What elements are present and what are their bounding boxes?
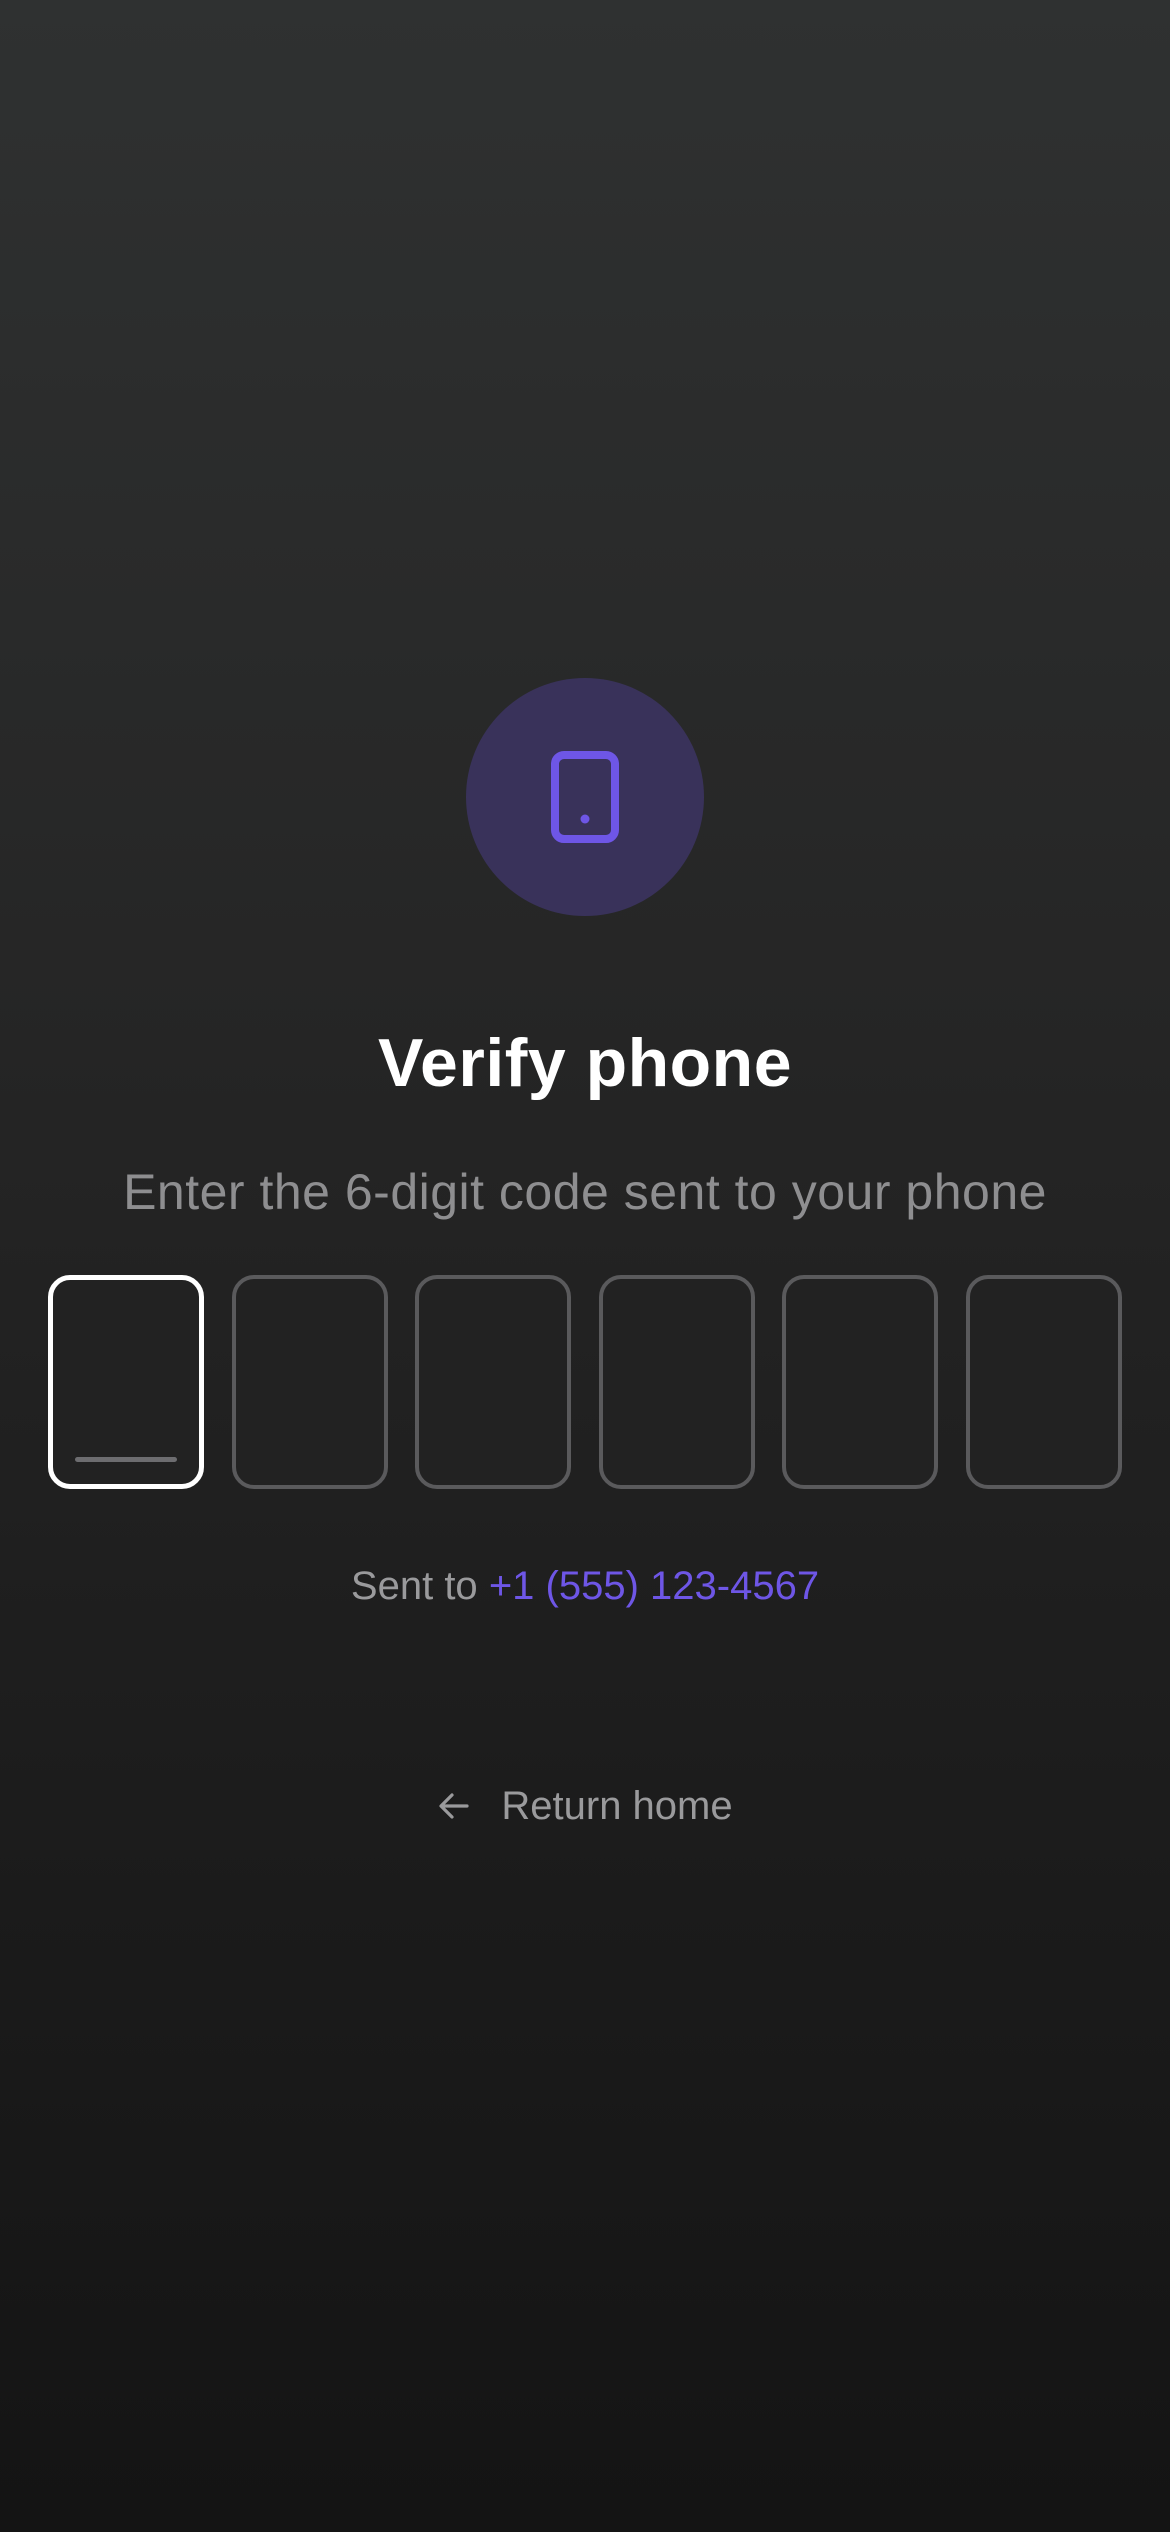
return-home-button[interactable]: Return home (0, 1780, 1170, 1832)
otp-digit-2[interactable] (231, 1275, 388, 1489)
otp-code-input (48, 1275, 1122, 1489)
sent-to-text: Sent to +1 (555) 123-4567 (0, 1560, 1170, 1612)
input-caret (75, 1457, 177, 1462)
return-home-label: Return home (501, 1783, 733, 1828)
otp-digit-4[interactable] (598, 1275, 755, 1489)
phone-number: +1 (555) 123-4567 (488, 1564, 820, 1608)
phone-icon (551, 751, 619, 843)
otp-digit-1[interactable] (48, 1275, 204, 1489)
page-title: Verify phone (377, 1025, 793, 1101)
page-subtitle: Enter the 6-digit code sent to your phon… (123, 1164, 1047, 1220)
verify-phone-screen: Verify phone Enter the 6-digit code sent… (0, 0, 1170, 2532)
otp-digit-5[interactable] (782, 1275, 939, 1489)
icon-badge (466, 678, 704, 916)
sent-to-label: Sent to (350, 1564, 478, 1608)
arrow-left-icon (439, 1793, 469, 1819)
otp-digit-3[interactable] (415, 1275, 572, 1489)
otp-digit-6[interactable] (965, 1275, 1122, 1489)
